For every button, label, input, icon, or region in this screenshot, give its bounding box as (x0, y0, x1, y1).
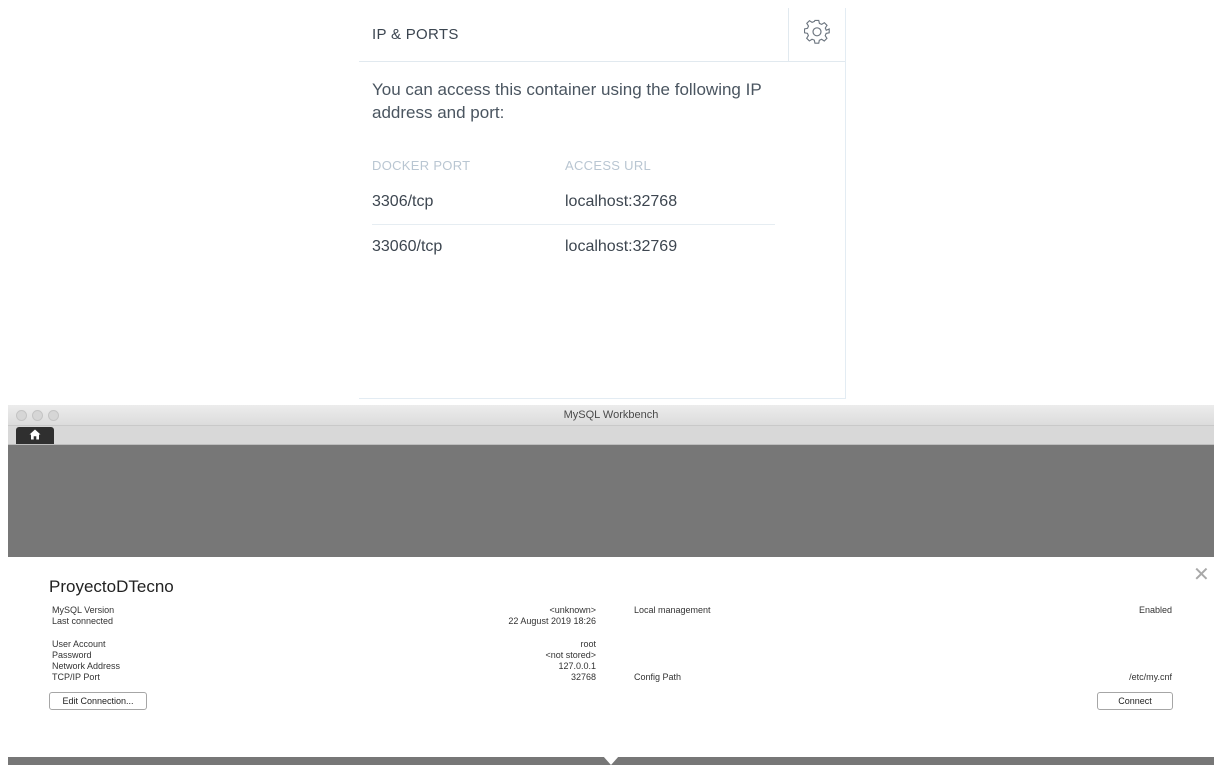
connection-details-panel: ProyectoDTecno ✕ MySQL Version <unknown>… (8, 557, 1214, 757)
table-row: 33060/tcp localhost:32769 (372, 225, 775, 269)
gear-icon (803, 19, 830, 50)
ports-panel-title: IP & PORTS (372, 26, 459, 43)
tab-bar (8, 426, 1214, 445)
tcp-port-label: TCP/IP Port (52, 672, 100, 682)
ip-ports-panel: IP & PORTS You can access this container… (359, 8, 846, 399)
settings-button[interactable] (788, 8, 844, 61)
mysql-version-value: <unknown> (549, 605, 596, 615)
config-path-value: /etc/my.cnf (1129, 672, 1172, 682)
docker-port-cell: 3306/tcp (372, 193, 434, 210)
network-address-label: Network Address (52, 661, 121, 671)
user-account-value: root (580, 639, 596, 649)
connect-button[interactable]: Connect (1097, 692, 1173, 710)
close-icon[interactable]: ✕ (1193, 565, 1210, 585)
ports-table: DOCKER PORT ACCESS URL 3306/tcp localhos… (372, 150, 775, 269)
last-connected-value: 22 August 2019 18:26 (508, 616, 596, 626)
password-label: Password (52, 650, 92, 660)
table-row: 3306/tcp localhost:32768 (372, 180, 775, 225)
home-icon (29, 427, 41, 445)
connection-name: ProyectoDTecno (49, 577, 174, 596)
password-value: <not stored> (545, 650, 596, 660)
access-url-column-header: ACCESS URL (565, 157, 652, 173)
access-url-link[interactable]: localhost:32769 (565, 238, 775, 256)
mysql-version-label: MySQL Version (52, 605, 115, 615)
network-address-value: 127.0.0.1 (558, 661, 596, 671)
tcp-port-value: 32768 (570, 672, 596, 682)
last-connected-label: Last connected (52, 616, 114, 626)
window-titlebar: MySQL Workbench (8, 405, 1214, 426)
window-title: MySQL Workbench (563, 409, 659, 421)
ports-table-header: DOCKER PORT ACCESS URL (372, 150, 775, 180)
tab-home[interactable] (16, 427, 54, 444)
connections-area (8, 445, 1214, 557)
bottom-bar (8, 756, 1214, 765)
ports-panel-header: IP & PORTS (359, 8, 845, 62)
workbench-window: MySQL Workbench ProyectoDTecno ✕ MySQL V… (8, 405, 1214, 765)
local-management-label: Local management (634, 605, 711, 615)
docker-port-column-header: DOCKER PORT (372, 157, 471, 173)
config-path-label: Config Path (634, 672, 682, 682)
panel-pointer (603, 756, 619, 765)
ports-intro-text: You can access this container using the … (372, 80, 762, 122)
user-account-label: User Account (52, 639, 106, 649)
edit-connection-button[interactable]: Edit Connection... (49, 692, 147, 710)
docker-port-cell: 33060/tcp (372, 238, 443, 255)
local-management-value: Enabled (1138, 605, 1172, 615)
access-url-link[interactable]: localhost:32768 (565, 193, 775, 211)
